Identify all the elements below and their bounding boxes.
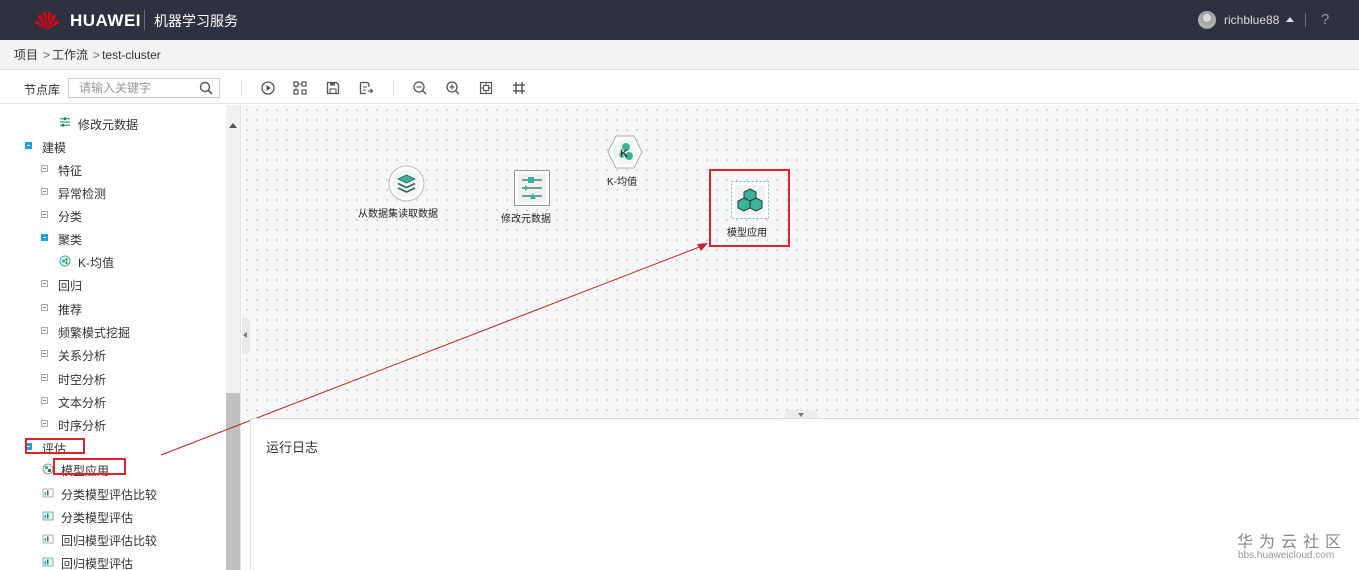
node-library-tree: 修改元数据 建模 特征 异常检测 分类 聚类 K-均值 回归 推荐 频繁模式挖掘… xyxy=(0,105,241,570)
tree-item-modeling[interactable]: 建模 xyxy=(42,139,66,156)
classification-compare-icon xyxy=(42,488,54,498)
search-input[interactable] xyxy=(69,79,189,97)
tree-item-modify-metadata[interactable]: 修改元数据 xyxy=(78,116,138,133)
expand-icon[interactable] xyxy=(41,188,48,195)
grid-icon[interactable] xyxy=(511,80,527,96)
tree-item-regression-eval-compare[interactable]: 回归模型评估比较 xyxy=(61,532,157,549)
breadcrumb: 项目 > 工作流 > test-cluster xyxy=(0,40,1359,70)
modify-metadata-icon[interactable] xyxy=(514,170,550,206)
watermark-cn: 华为云社区 xyxy=(1237,534,1348,551)
huawei-logo-icon xyxy=(35,11,59,30)
tree-item-feature[interactable]: 特征 xyxy=(58,162,82,179)
scrollbar-thumb[interactable] xyxy=(226,393,240,570)
kmeans-icon xyxy=(59,255,71,267)
expand-icon[interactable] xyxy=(41,327,48,334)
save-icon[interactable] xyxy=(325,80,341,96)
tree-item-recommendation[interactable]: 推荐 xyxy=(58,301,82,318)
expand-icon[interactable] xyxy=(41,211,48,218)
tree-item-text-analysis[interactable]: 文本分析 xyxy=(58,394,106,411)
layout-icon[interactable] xyxy=(292,80,308,96)
expand-icon[interactable] xyxy=(41,374,48,381)
search-icon[interactable] xyxy=(199,81,213,95)
tree-item-regression[interactable]: 回归 xyxy=(58,277,82,294)
sidebar-collapse-handle[interactable] xyxy=(242,318,250,354)
breadcrumb-item-project[interactable]: 项目 xyxy=(14,48,38,62)
regression-eval-icon xyxy=(42,557,54,567)
help-icon[interactable]: ? xyxy=(1321,11,1329,28)
breadcrumb-item-current: test-cluster xyxy=(102,48,161,62)
svg-text:K: K xyxy=(620,148,628,160)
run-icon[interactable] xyxy=(260,80,276,96)
collapse-icon[interactable] xyxy=(25,142,32,149)
highlight-box xyxy=(53,458,126,475)
tree-item-kmeans[interactable]: K-均值 xyxy=(78,254,114,271)
top-bar: HUAWEI 机器学习服务 richblue88 ? xyxy=(0,0,1359,40)
avatar[interactable] xyxy=(1198,11,1216,29)
expand-icon[interactable] xyxy=(41,350,48,357)
toolbar-divider xyxy=(393,80,394,96)
tree-item-regression-eval[interactable]: 回归模型评估 xyxy=(61,555,133,570)
zoom-out-icon[interactable] xyxy=(412,80,428,96)
tree-item-time-series[interactable]: 时序分析 xyxy=(58,417,106,434)
kmeans-icon[interactable]: K xyxy=(607,135,643,169)
run-log-panel: 运行日志 xyxy=(250,418,1359,570)
tree-item-classification[interactable]: 分类 xyxy=(58,208,82,225)
regression-compare-icon xyxy=(42,534,54,544)
service-name[interactable]: 机器学习服务 xyxy=(154,11,238,31)
workflow-canvas[interactable] xyxy=(242,105,1359,417)
highlight-box xyxy=(25,438,85,454)
expand-icon[interactable] xyxy=(41,165,48,172)
expand-icon[interactable] xyxy=(41,420,48,427)
log-panel-title: 运行日志 xyxy=(266,440,319,455)
watermark-en: bbs.huaweicloud.com xyxy=(1238,550,1335,561)
expand-icon[interactable] xyxy=(41,280,48,287)
modify-metadata-icon xyxy=(60,117,70,127)
dataset-read-icon[interactable] xyxy=(388,165,425,202)
expand-icon[interactable] xyxy=(41,397,48,404)
model-apply-icon[interactable] xyxy=(731,181,769,219)
caret-up-icon[interactable] xyxy=(1286,17,1294,22)
toolbar: 节点库 xyxy=(0,71,1359,104)
toolbar-divider xyxy=(241,80,242,96)
breadcrumb-separator: > xyxy=(43,48,51,62)
tree-item-anomaly-detection[interactable]: 异常检测 xyxy=(58,185,106,202)
save-as-icon[interactable] xyxy=(358,80,374,96)
scroll-up-icon[interactable] xyxy=(229,123,237,128)
tree-item-frequent-pattern[interactable]: 频繁模式挖掘 xyxy=(58,324,130,341)
node-label-model-apply[interactable]: 模型应用 xyxy=(727,224,767,239)
tree-item-spatiotemporal[interactable]: 时空分析 xyxy=(58,371,106,388)
fit-icon[interactable] xyxy=(478,80,494,96)
zoom-in-icon[interactable] xyxy=(445,80,461,96)
search-box[interactable] xyxy=(68,78,220,98)
username[interactable]: richblue88 xyxy=(1224,13,1279,27)
node-label-dataset-read[interactable]: 从数据集读取数据 xyxy=(358,205,438,220)
collapse-icon[interactable] xyxy=(41,234,48,241)
node-library-label: 节点库 xyxy=(24,83,61,97)
header-divider-right xyxy=(1305,13,1306,27)
header-divider xyxy=(144,10,145,30)
tree-item-relation-analysis[interactable]: 关系分析 xyxy=(58,347,106,364)
tree-item-clustering[interactable]: 聚类 xyxy=(58,231,82,248)
tree-item-classification-eval[interactable]: 分类模型评估 xyxy=(61,509,133,526)
expand-icon[interactable] xyxy=(41,304,48,311)
tree-item-classification-eval-compare[interactable]: 分类模型评估比较 xyxy=(61,486,157,503)
node-label-modify-metadata[interactable]: 修改元数据 xyxy=(501,210,551,225)
node-label-kmeans[interactable]: K-均值 xyxy=(607,173,637,188)
classification-eval-icon xyxy=(42,511,54,521)
brand-name[interactable]: HUAWEI xyxy=(70,11,141,31)
breadcrumb-separator: > xyxy=(93,48,101,62)
breadcrumb-item-workflow[interactable]: 工作流 xyxy=(52,48,88,62)
